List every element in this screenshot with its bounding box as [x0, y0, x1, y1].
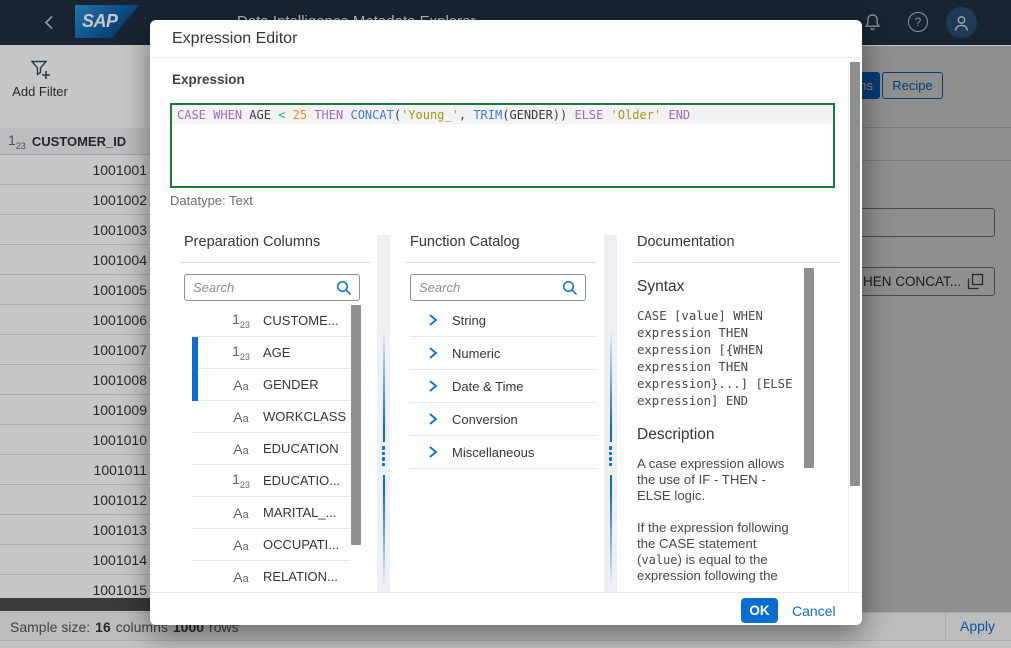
- prep-column-item[interactable]: Aa GENDER: [192, 369, 350, 401]
- description-heading: Description: [637, 426, 715, 444]
- chevron-right-icon: [428, 346, 438, 360]
- description-paragraph-2: If the expression followingthe CASE stat…: [637, 520, 805, 584]
- prep-column-label: RELATION...: [263, 569, 338, 584]
- scrollbar-thumb[interactable]: [804, 268, 814, 468]
- dialog-scrollbar: [848, 60, 860, 592]
- expression-label: Expression: [172, 72, 245, 87]
- cancel-button[interactable]: Cancel: [792, 598, 836, 623]
- function-category-label: Conversion: [452, 412, 518, 427]
- numeric-type-icon: 123: [228, 311, 254, 330]
- prep-column-label: MARITAL_...: [263, 505, 336, 520]
- function-category-item[interactable]: Numeric: [410, 337, 596, 370]
- description-paragraph-1: A case expression allowsthe use of IF - …: [637, 456, 805, 504]
- function-category-label: Miscellaneous: [452, 445, 534, 460]
- expression-code[interactable]: CASE WHEN AGE < 25 THEN CONCAT('Young_',…: [177, 107, 690, 123]
- preparation-search: [184, 274, 360, 301]
- text-type-icon: Aa: [228, 505, 254, 521]
- function-category-item[interactable]: Date & Time: [410, 370, 596, 403]
- expression-code-editor[interactable]: CASE WHEN AGE < 25 THEN CONCAT('Young_',…: [170, 103, 835, 188]
- preparation-list-scrollbar: [350, 305, 362, 575]
- text-type-icon: Aa: [228, 409, 254, 425]
- documentation-title: Documentation: [637, 234, 735, 250]
- function-search: [410, 274, 586, 301]
- datatype-label: Datatype: Text: [170, 193, 253, 208]
- splitter-grip-icon[interactable]: [382, 446, 386, 466]
- search-icon[interactable]: [562, 280, 578, 296]
- prep-column-item[interactable]: Aa RELATION...: [192, 561, 350, 593]
- prep-column-item[interactable]: 123 AGE: [192, 337, 350, 369]
- prep-column-label: AGE: [263, 345, 290, 360]
- panel-title-divider: [633, 262, 840, 263]
- chevron-right-icon: [428, 313, 438, 327]
- prep-column-label: OCCUPATI...: [263, 537, 339, 552]
- panel-title-divider: [406, 262, 596, 263]
- preparation-columns-title: Preparation Columns: [184, 234, 320, 250]
- prep-column-item[interactable]: 123 CUSTOME...: [192, 305, 350, 337]
- syntax-block: CASE [value] WHENexpression THENexpressi…: [637, 308, 803, 410]
- numeric-type-icon: 123: [228, 471, 254, 490]
- search-icon[interactable]: [336, 280, 352, 296]
- expression-editor-dialog: Expression Editor Expression CASE WHEN A…: [150, 20, 862, 625]
- ok-button[interactable]: OK: [741, 598, 778, 623]
- text-type-icon: Aa: [228, 569, 254, 585]
- preparation-columns-list: 123CUSTOME...123AGEAaGENDERAaWORKCLASSAa…: [192, 305, 350, 593]
- prep-column-label: EDUCATION: [263, 441, 339, 456]
- used-in-expression-indicator: [192, 337, 198, 369]
- dialog-title: Expression Editor: [150, 20, 862, 58]
- function-category-label: Numeric: [452, 346, 500, 361]
- chevron-right-icon: [428, 412, 438, 426]
- documentation-scrollbar: [803, 268, 815, 590]
- text-type-icon: Aa: [228, 537, 254, 553]
- prep-column-label: CUSTOME...: [263, 313, 339, 328]
- numeric-type-icon: 123: [228, 343, 254, 362]
- footer-divider: [150, 592, 862, 593]
- function-category-item[interactable]: String: [410, 304, 596, 337]
- function-search-input[interactable]: [411, 280, 562, 295]
- prep-column-label: EDUCATIO...: [263, 473, 340, 488]
- used-in-expression-indicator: [192, 369, 198, 401]
- function-category-item[interactable]: Miscellaneous: [410, 436, 596, 469]
- function-category-label: Date & Time: [452, 379, 524, 394]
- scrollbar-thumb[interactable]: [351, 305, 361, 545]
- panel-splitter[interactable]: [604, 235, 617, 592]
- chevron-right-icon: [428, 445, 438, 459]
- prep-column-item[interactable]: Aa MARITAL_...: [192, 497, 350, 529]
- chevron-right-icon: [428, 379, 438, 393]
- splitter-grip-icon[interactable]: [609, 446, 613, 466]
- text-type-icon: Aa: [228, 441, 254, 457]
- function-category-item[interactable]: Conversion: [410, 403, 596, 436]
- syntax-heading: Syntax: [637, 278, 684, 296]
- scrollbar-thumb[interactable]: [850, 62, 860, 486]
- prep-column-item[interactable]: 123 EDUCATIO...: [192, 465, 350, 497]
- prep-column-label: GENDER: [263, 377, 319, 392]
- text-type-icon: Aa: [228, 377, 254, 393]
- function-category-label: String: [452, 313, 486, 328]
- prep-column-item[interactable]: Aa WORKCLASS: [192, 401, 350, 433]
- function-catalog-list: String Numeric Date & Time Conversion Miscel…: [410, 304, 596, 469]
- preparation-search-input[interactable]: [185, 280, 336, 295]
- panel-title-divider: [180, 262, 370, 263]
- prep-column-label: WORKCLASS: [263, 409, 346, 424]
- function-catalog-title: Function Catalog: [410, 234, 520, 250]
- panel-splitter[interactable]: [377, 235, 390, 592]
- prep-column-item[interactable]: Aa EDUCATION: [192, 433, 350, 465]
- prep-column-item[interactable]: Aa OCCUPATI...: [192, 529, 350, 561]
- screen: SAP Data Intelligence Metadata Explorer …: [0, 0, 1011, 648]
